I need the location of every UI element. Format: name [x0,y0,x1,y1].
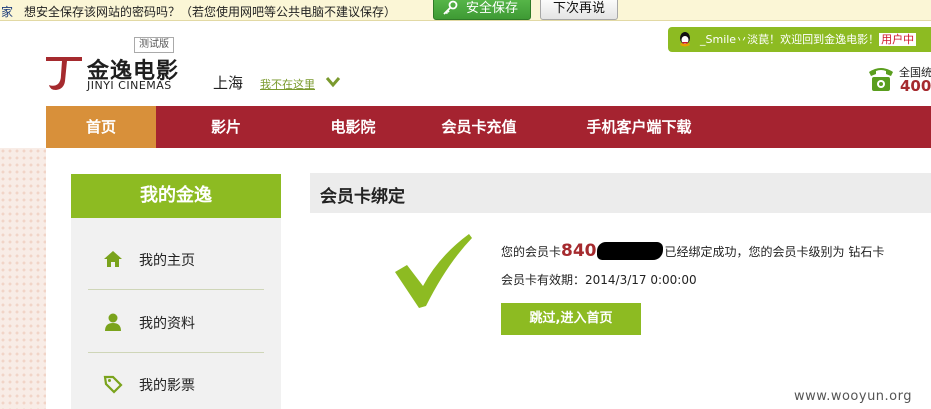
save-password-button[interactable]: 安全保存 [433,0,531,20]
save-password-label: 安全保存 [466,1,519,16]
city-switch-link[interactable]: 我不在这里 [260,76,315,92]
panel-header: 会员卡绑定 [310,173,931,213]
key-icon [443,0,458,15]
sidebar-item-label: 我的主页 [139,253,195,269]
nav-item-movies[interactable]: 影片 [186,106,266,148]
message-prefix: 您的会员卡 [501,245,562,259]
ticket-tag-icon [103,375,123,394]
message-suffix: 已经绑定成功，您的会员卡级别为 钻石卡 [664,245,885,259]
bind-success-message: 您的会员卡840 已经绑定成功，您的会员卡级别为 钻石卡 [501,241,884,261]
nav-item-cinemas[interactable]: 电影院 [308,106,398,148]
welcome-text: _Smile丷淡苠！欢迎回到金逸电影！ [700,33,880,46]
nav-item-home[interactable]: 首页 [46,106,156,148]
divider [88,352,264,353]
chevron-down-icon[interactable] [325,76,341,88]
jinyi-logo-mark[interactable] [44,53,84,93]
main-navigation: 首页 影片 电影院 会员卡充值 手机客户端下载 [46,106,931,148]
user-icon [105,313,121,331]
sidebar-title: 我的金逸 [71,174,281,218]
expiry-label: 会员卡有效期： [501,273,586,287]
card-expiry: 会员卡有效期：2014/3/17 0:00:00 [501,271,697,288]
redaction-mark [596,242,663,260]
nav-item-card-recharge[interactable]: 会员卡充值 [424,106,534,148]
watermark: www.wooyun.org [794,389,913,404]
nav-item-mobile-app[interactable]: 手机客户端下载 [569,106,709,148]
page-title: 会员卡绑定 [320,187,405,207]
sidebar-item-label: 我的资料 [139,316,195,332]
home-icon [104,251,122,267]
user-center-link[interactable]: 用户中 [879,33,917,46]
skip-to-home-button[interactable]: 跳过,进入首页 [501,303,641,335]
divider [88,289,264,290]
telephone-icon [869,68,893,91]
beta-badge: 测试版 [134,37,174,53]
logo-english-name: JINYI CINEMAS [87,79,172,92]
password-save-message: 想安全保存该网站的密码吗？（若您使用网吧等公共电脑不建议保存） [24,5,397,19]
truncated-text: 家 [1,5,14,19]
qq-penguin-icon [680,32,690,47]
decorative-pattern [0,148,46,409]
expiry-value: 2014/3/17 0:00:00 [585,273,697,287]
user-welcome-bar: _Smile丷淡苠！欢迎回到金逸电影！ 用户中 [668,27,931,52]
success-check-icon [395,234,472,308]
sidebar-item-home[interactable]: 我的主页 [71,237,281,281]
card-number: 840 [561,241,597,261]
sidebar-item-label: 我的影票 [139,378,195,394]
sidebar-item-tickets[interactable]: 我的影票 [71,362,281,406]
current-city: 上海 [213,74,244,92]
hotline-number: 400- [900,77,931,95]
sidebar-item-profile[interactable]: 我的资料 [71,300,281,344]
sidebar-menu: 我的主页 我的资料 我的影票 [71,218,281,409]
not-now-button[interactable]: 下次再说 [540,0,618,20]
